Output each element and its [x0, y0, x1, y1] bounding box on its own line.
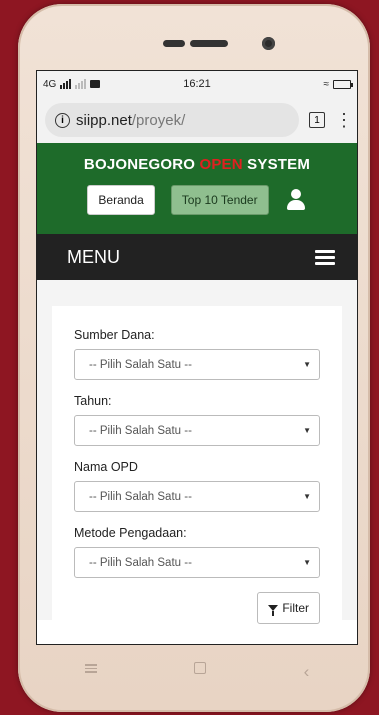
tab-switcher-button[interactable]: 1: [309, 112, 325, 128]
metode-pengadaan-value: -- Pilih Salah Satu --: [89, 556, 192, 569]
earpiece-right: [190, 40, 228, 47]
filter-icon: [268, 605, 279, 616]
nama-opd-label: Nama OPD: [74, 460, 138, 474]
tahun-select[interactable]: -- Pilih Salah Satu -- ▼: [74, 415, 320, 446]
dropdown-arrow-icon: ▼: [303, 426, 311, 435]
back-key-icon[interactable]: ‹: [304, 662, 310, 682]
menu-bar: MENU: [37, 234, 357, 280]
top10-tender-button[interactable]: Top 10 Tender: [170, 185, 269, 215]
more-options-icon[interactable]: ⋮: [335, 110, 353, 131]
dropdown-arrow-icon: ▼: [303, 360, 311, 369]
info-icon[interactable]: i: [55, 112, 70, 128]
hamburger-icon[interactable]: [315, 247, 335, 268]
sumber-dana-label: Sumber Dana:: [74, 328, 155, 342]
front-camera: [262, 37, 275, 50]
filter-card: Sumber Dana: -- Pilih Salah Satu -- ▼ Tah…: [52, 306, 342, 644]
site-brand: BOJONEGORO OPEN SYSTEM: [37, 156, 357, 173]
tahun-value: -- Pilih Salah Satu --: [89, 424, 192, 437]
dropdown-arrow-icon: ▼: [303, 558, 311, 567]
filter-button[interactable]: Filter: [257, 592, 320, 624]
page-content: Sumber Dana: -- Pilih Salah Satu -- ▼ Tah…: [37, 280, 357, 644]
address-bar[interactable]: i siipp.net/proyek/: [45, 103, 299, 137]
phone-nav-keys: ‹: [36, 662, 358, 682]
tahun-label: Tahun:: [74, 394, 112, 408]
url-host: siipp.net: [76, 111, 132, 129]
brand-part2: OPEN: [199, 156, 243, 173]
user-icon[interactable]: [285, 189, 307, 211]
dropdown-arrow-icon: ▼: [303, 492, 311, 501]
browser-toolbar: i siipp.net/proyek/ 1 ⋮: [37, 97, 357, 143]
nama-opd-select[interactable]: -- Pilih Salah Satu -- ▼: [74, 481, 320, 512]
status-time: 16:21: [183, 78, 211, 90]
sumber-dana-value: -- Pilih Salah Satu --: [89, 358, 192, 371]
earpiece-left: [163, 40, 185, 47]
home-key-icon[interactable]: [194, 662, 207, 674]
site-header: BOJONEGORO OPEN SYSTEM Beranda Top 10 Te…: [37, 143, 357, 234]
sumber-dana-select[interactable]: -- Pilih Salah Satu -- ▼: [74, 349, 320, 380]
url-path: /proyek/: [131, 111, 186, 129]
beranda-button[interactable]: Beranda: [87, 185, 155, 215]
brand-part1: BOJONEGORO: [83, 156, 196, 173]
status-bar: 4G 16:21 ≈: [37, 71, 357, 97]
metode-pengadaan-select[interactable]: -- Pilih Salah Satu -- ▼: [74, 547, 320, 578]
filter-label: Filter: [282, 601, 309, 615]
brand-part3: SYSTEM: [247, 156, 311, 173]
menu-title: MENU: [67, 246, 120, 267]
nama-opd-value: -- Pilih Salah Satu --: [89, 490, 192, 503]
menu-key-icon[interactable]: [84, 662, 97, 682]
metode-pengadaan-label: Metode Pengadaan:: [74, 526, 187, 540]
battery-icon: [333, 79, 353, 89]
phone-screen: 4G 16:21 ≈ i siipp.net/proyek/ 1 ⋮ BOJON…: [36, 70, 358, 645]
